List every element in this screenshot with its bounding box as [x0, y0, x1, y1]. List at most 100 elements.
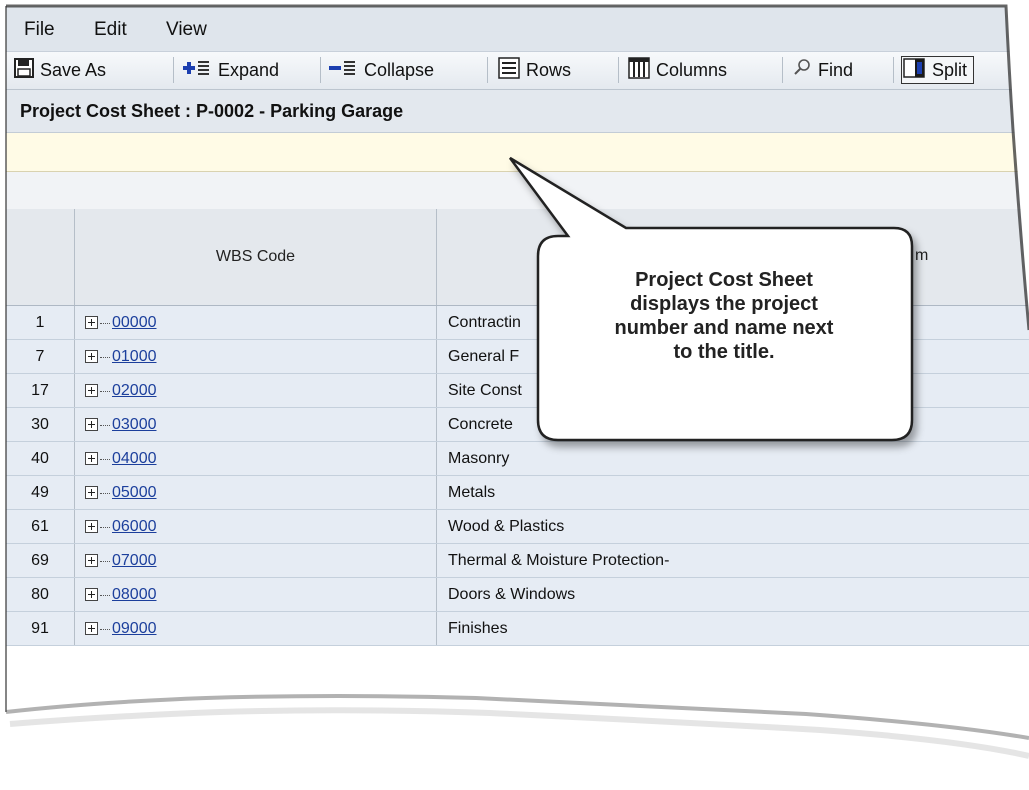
rows-icon: [498, 56, 520, 84]
description-cell: Contractin: [448, 313, 521, 331]
description-cell: Concrete: [448, 415, 513, 433]
row-number: 80: [6, 578, 75, 611]
info-strip: [6, 133, 1029, 172]
wbs-code-link[interactable]: 05000: [112, 484, 157, 502]
title-bar: Project Cost Sheet : P-0002 - Parking Ga…: [6, 90, 1029, 133]
wbs-cell: 03000: [75, 408, 437, 441]
tree-connector: [100, 492, 110, 494]
tree-connector: [100, 458, 110, 460]
wbs-cell: 01000: [75, 340, 437, 373]
description-cell: Doors & Windows: [448, 585, 576, 603]
table-row[interactable]: 40 04000 Masonry: [6, 442, 1029, 476]
description-cell: Wood & Plastics: [448, 517, 565, 535]
wbs-cell: 06000: [75, 510, 437, 543]
description-cell: Masonry: [448, 449, 510, 467]
table-row[interactable]: 91 09000 Finishes: [6, 612, 1029, 646]
find-button[interactable]: Find: [792, 56, 853, 84]
collapse-button[interactable]: Collapse: [328, 56, 434, 84]
toolbar-separator: [618, 57, 619, 83]
menu-view[interactable]: View: [166, 19, 207, 41]
collapse-label: Collapse: [364, 59, 435, 80]
expand-node-icon[interactable]: [85, 622, 98, 635]
find-label: Find: [818, 59, 854, 80]
callout-line: displays the project: [630, 293, 818, 315]
menu-file[interactable]: File: [24, 19, 55, 41]
expand-node-icon[interactable]: [85, 588, 98, 601]
wbs-cell: 02000: [75, 374, 437, 407]
row-number: 1: [6, 306, 75, 339]
toolbar-separator: [173, 57, 174, 83]
tree-connector: [100, 356, 110, 358]
wbs-code-link[interactable]: 00000: [112, 314, 157, 332]
wbs-code-header-label: WBS Code: [215, 248, 296, 265]
wbs-code-link[interactable]: 03000: [112, 416, 157, 434]
wbs-cell: 05000: [75, 476, 437, 509]
menu-edit[interactable]: Edit: [94, 19, 127, 41]
tree-connector: [100, 594, 110, 596]
description-header-label: m: [915, 247, 929, 264]
split-button[interactable]: Split: [901, 56, 975, 84]
wbs-code-link[interactable]: 02000: [112, 382, 157, 400]
wbs-cell: 08000: [75, 578, 437, 611]
expand-button[interactable]: Expand: [182, 56, 279, 84]
tree-connector: [100, 424, 110, 426]
toolbar-separator: [782, 57, 783, 83]
wbs-code-link[interactable]: 06000: [112, 518, 157, 536]
row-number: 61: [6, 510, 75, 543]
wbs-code-link[interactable]: 07000: [112, 552, 157, 570]
description-cell: Thermal & Moisture Protection-: [448, 551, 670, 569]
description-cell: Metals: [448, 483, 496, 501]
wbs-code-link[interactable]: 08000: [112, 586, 157, 604]
cost-sheet-window: File Edit View Save As Expand Collapse R…: [6, 6, 1029, 736]
description-cell: General F: [448, 347, 520, 365]
expand-node-icon[interactable]: [85, 554, 98, 567]
toolbar-separator: [893, 57, 894, 83]
expand-node-icon[interactable]: [85, 418, 98, 431]
row-number-header: [6, 209, 75, 305]
row-number: 40: [6, 442, 75, 475]
table-row[interactable]: 61 06000 Wood & Plastics: [6, 510, 1029, 544]
expand-node-icon[interactable]: [85, 520, 98, 533]
toolbar-separator: [320, 57, 321, 83]
wbs-code-header[interactable]: WBS Code: [75, 209, 437, 305]
grid-header-band: [6, 172, 1029, 210]
collapse-minus-icon: [328, 58, 358, 83]
save-as-button[interactable]: Save As: [14, 56, 106, 84]
wbs-cell: 09000: [75, 612, 437, 645]
tree-connector: [100, 560, 110, 562]
callout-line: Project Cost Sheet: [635, 269, 813, 291]
expand-plus-icon: [182, 58, 212, 83]
expand-node-icon[interactable]: [85, 316, 98, 329]
callout-line: number and name next: [614, 317, 834, 339]
toolbar-separator: [487, 57, 488, 83]
expand-node-icon[interactable]: [85, 384, 98, 397]
row-number: 49: [6, 476, 75, 509]
table-row[interactable]: 17 02000 Site Const: [6, 374, 1029, 408]
tree-connector: [100, 390, 110, 392]
expand-node-icon[interactable]: [85, 452, 98, 465]
table-row[interactable]: 49 05000 Metals: [6, 476, 1029, 510]
wbs-code-link[interactable]: 09000: [112, 620, 157, 638]
table-row[interactable]: 80 08000 Doors & Windows: [6, 578, 1029, 612]
row-number: 30: [6, 408, 75, 441]
wbs-code-link[interactable]: 01000: [112, 348, 157, 366]
row-number: 69: [6, 544, 75, 577]
wbs-code-link[interactable]: 04000: [112, 450, 157, 468]
description-cell: Finishes: [448, 619, 508, 637]
wbs-cell: 07000: [75, 544, 437, 577]
expand-node-icon[interactable]: [85, 350, 98, 363]
rows-label: Rows: [526, 59, 572, 80]
page-title: Project Cost Sheet : P-0002 - Parking Ga…: [20, 101, 404, 121]
columns-button[interactable]: Columns: [628, 56, 727, 84]
wbs-cell: 04000: [75, 442, 437, 475]
wbs-cell: 00000: [75, 306, 437, 339]
table-row[interactable]: 69 07000 Thermal & Moisture Protection-: [6, 544, 1029, 578]
table-row[interactable]: 30 03000 Concrete: [6, 408, 1029, 442]
expand-node-icon[interactable]: [85, 486, 98, 499]
columns-label: Columns: [656, 59, 728, 80]
expand-label: Expand: [218, 59, 280, 80]
columns-icon: [628, 56, 650, 84]
row-number: 7: [6, 340, 75, 373]
rows-button[interactable]: Rows: [498, 56, 571, 84]
row-number: 91: [6, 612, 75, 645]
